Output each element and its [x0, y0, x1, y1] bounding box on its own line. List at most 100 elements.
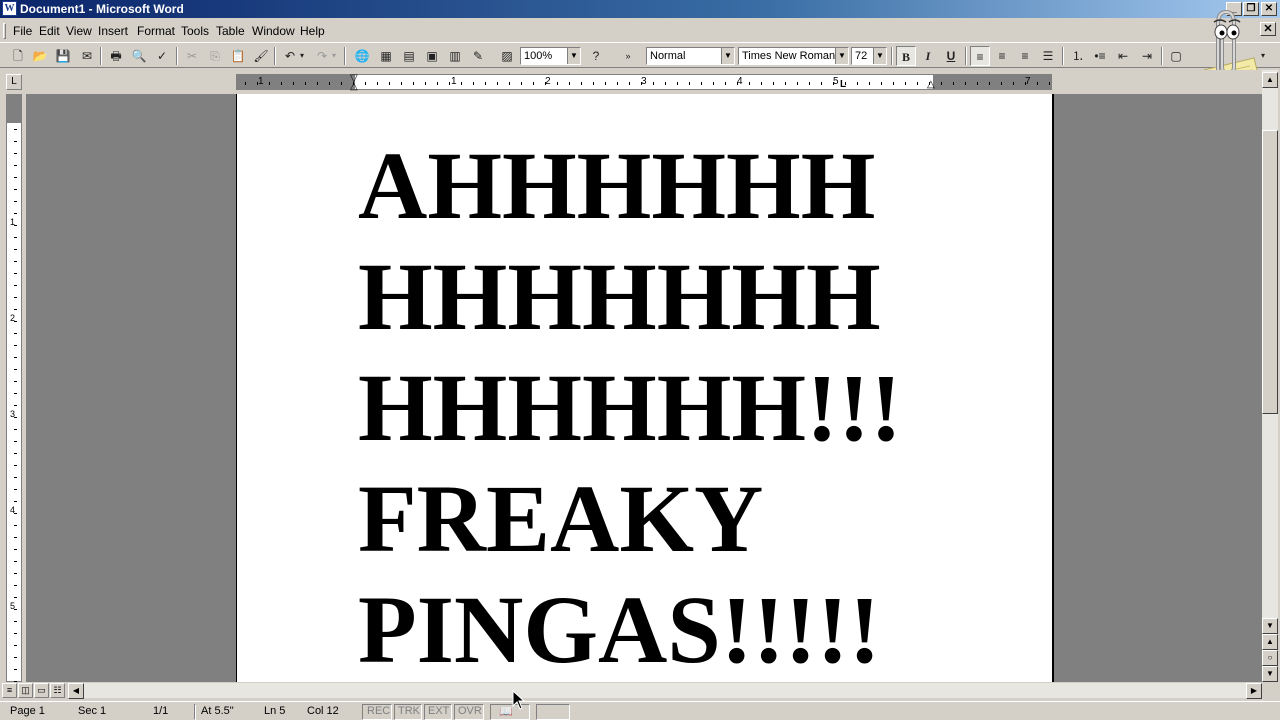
menu-view[interactable]: View: [66, 24, 92, 38]
ovr-indicator[interactable]: OVR: [454, 704, 484, 720]
menu-edit[interactable]: Edit: [39, 24, 60, 38]
menu-tools[interactable]: Tools: [181, 24, 209, 38]
paste-icon[interactable]: 📋: [228, 46, 248, 66]
numbering-icon[interactable]: ⒈: [1068, 46, 1088, 66]
text-line[interactable]: AHHHHHH: [358, 138, 875, 234]
word-app-icon[interactable]: W: [2, 1, 17, 16]
help-icon[interactable]: ?: [586, 46, 606, 66]
font-size-select[interactable]: 72 ▼: [851, 47, 887, 65]
borders-icon[interactable]: ▢: [1166, 46, 1186, 66]
select-browse-object-icon[interactable]: ○: [1262, 650, 1278, 666]
ruler-tick: [461, 82, 462, 85]
tables-borders-icon[interactable]: ▦: [376, 46, 396, 66]
increase-indent-icon[interactable]: ⇥: [1137, 46, 1157, 66]
open-folder-icon[interactable]: 📂: [30, 46, 50, 66]
menu-window[interactable]: Window: [252, 24, 295, 38]
justify-icon[interactable]: ☰: [1038, 46, 1058, 66]
right-margin-shade: [933, 75, 1051, 89]
redo-dropdown-icon[interactable]: ▾: [329, 46, 339, 66]
tab-stop-marker[interactable]: L: [840, 79, 846, 90]
normal-view-icon[interactable]: ≡: [2, 683, 17, 698]
right-indent-marker[interactable]: △: [927, 79, 935, 90]
format-painter-icon[interactable]: 🖌: [251, 46, 271, 66]
scroll-up-icon[interactable]: ▲: [1262, 72, 1278, 88]
print-preview-icon[interactable]: 🔍: [129, 46, 149, 66]
text-line[interactable]: HHHHHH!!!: [358, 360, 902, 456]
ruler-tick: [14, 153, 17, 154]
left-indent-marker[interactable]: △: [350, 81, 358, 92]
copy-icon[interactable]: ⎘: [205, 46, 225, 66]
underline-button[interactable]: U: [941, 46, 961, 66]
next-page-icon[interactable]: ▼: [1262, 666, 1278, 682]
ruler-number: 1: [258, 76, 264, 87]
ruler-tick: [14, 465, 17, 466]
align-right-icon[interactable]: ≡: [1015, 46, 1035, 66]
cut-icon[interactable]: ✂: [182, 46, 202, 66]
zoom-select[interactable]: 100% ▼: [520, 47, 581, 65]
document-page[interactable]: AHHHHHH HHHHHHH HHHHHH!!! FREAKY PINGAS!…: [236, 94, 1054, 682]
insert-table-icon[interactable]: ▤: [399, 46, 419, 66]
vertical-ruler[interactable]: 1 2 3 4 5: [6, 94, 22, 694]
bold-button[interactable]: B: [896, 46, 916, 66]
chevron-down-icon[interactable]: ▼: [873, 48, 886, 64]
outline-view-icon[interactable]: ☷: [50, 683, 65, 698]
document-close-button[interactable]: ✕: [1260, 22, 1276, 36]
menu-table[interactable]: Table: [216, 24, 245, 38]
vertical-scroll-thumb[interactable]: [1262, 130, 1278, 414]
new-document-icon[interactable]: 🗋: [8, 46, 28, 66]
previous-page-icon[interactable]: ▲: [1262, 634, 1278, 650]
ruler-tick: [14, 525, 17, 526]
save-icon[interactable]: 💾: [53, 46, 73, 66]
rec-indicator[interactable]: REC: [362, 704, 392, 720]
undo-dropdown-icon[interactable]: ▾: [297, 46, 307, 66]
menu-format[interactable]: Format: [137, 24, 175, 38]
align-left-icon[interactable]: ≡: [970, 46, 990, 66]
drawing-icon[interactable]: ✎: [468, 46, 488, 66]
chevron-down-icon[interactable]: ▼: [835, 48, 848, 64]
scroll-right-icon[interactable]: ▶: [1246, 683, 1262, 699]
ruler-tick: [917, 82, 918, 85]
document-map-icon[interactable]: ▨: [497, 46, 517, 66]
scroll-left-icon[interactable]: ◀: [68, 683, 84, 699]
trk-indicator[interactable]: TRK: [394, 704, 422, 720]
text-line[interactable]: PINGAS!!!!!: [358, 582, 881, 678]
style-select[interactable]: Normal ▼: [646, 47, 735, 65]
text-line[interactable]: HHHHHHH: [358, 249, 881, 345]
hyperlink-icon[interactable]: 🌐: [352, 46, 372, 66]
ruler-tick: [281, 82, 282, 85]
menu-file[interactable]: File: [13, 24, 32, 38]
scroll-down-icon[interactable]: ▼: [1262, 618, 1278, 634]
align-center-icon[interactable]: ≡: [992, 46, 1012, 66]
ruler-tick: [317, 82, 318, 85]
chevron-down-icon[interactable]: ▼: [721, 48, 734, 64]
vertical-scrollbar[interactable]: ▲ ▼ ▲ ○ ▼: [1262, 70, 1278, 682]
ruler-tick: [413, 82, 414, 85]
font-select[interactable]: Times New Roman ▼: [738, 47, 849, 65]
horizontal-ruler[interactable]: 1 1 2 3 4 5 7 ▽ △ △ L: [236, 73, 1052, 92]
ruler-tick: [437, 82, 438, 85]
ruler-tick: [581, 82, 582, 85]
decrease-indent-icon[interactable]: ⇤: [1113, 46, 1133, 66]
ext-indicator[interactable]: EXT: [424, 704, 452, 720]
horizontal-scrollbar[interactable]: ◀ ▶: [68, 683, 1262, 699]
ruler-tick: [593, 82, 594, 85]
print-layout-view-icon[interactable]: ▭: [34, 683, 49, 698]
ruler-tick: [1049, 82, 1050, 85]
bullets-icon[interactable]: •≡: [1090, 46, 1110, 66]
spelling-icon[interactable]: ✓: [152, 46, 172, 66]
tab-selector[interactable]: L: [6, 74, 22, 90]
text-line[interactable]: FREAKY: [358, 471, 763, 567]
zoom-value: 100%: [524, 50, 553, 62]
menu-help[interactable]: Help: [300, 24, 325, 38]
toolbar-options-icon[interactable]: »: [622, 46, 634, 66]
chevron-down-icon[interactable]: ▼: [567, 48, 580, 64]
insert-excel-icon[interactable]: ▣: [422, 46, 442, 66]
menu-insert[interactable]: Insert: [98, 24, 128, 38]
menubar-grip[interactable]: [3, 23, 6, 39]
email-icon[interactable]: ✉: [77, 46, 97, 66]
web-layout-view-icon[interactable]: ◫: [18, 683, 33, 698]
print-icon[interactable]: 🖶: [106, 46, 126, 66]
italic-button[interactable]: I: [918, 46, 938, 66]
columns-icon[interactable]: ▥: [445, 46, 465, 66]
close-button[interactable]: ✕: [1261, 2, 1277, 16]
